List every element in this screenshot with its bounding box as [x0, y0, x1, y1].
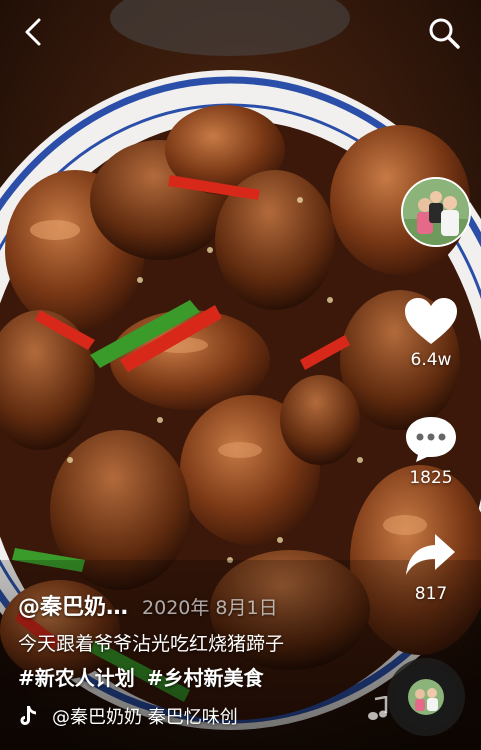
chevron-left-icon: [25, 18, 41, 46]
comment-bubble-icon: [406, 417, 456, 462]
music-disc[interactable]: [393, 664, 459, 730]
author-avatar[interactable]: [401, 177, 471, 247]
hashtag-link[interactable]: #乡村新美食: [147, 666, 264, 690]
back-button[interactable]: [18, 16, 50, 48]
music-note-icon: [368, 696, 388, 720]
avatar-image: [403, 179, 469, 245]
hashtag-link[interactable]: #新农人计划: [18, 666, 135, 690]
author-line: @秦巴奶… 2020年 8月1日: [18, 589, 398, 621]
music-disc-icon: [393, 664, 459, 730]
like-count: 6.4w: [410, 350, 452, 370]
post-description: 今天跟着爷爷沾光吃红烧猪蹄子: [18, 633, 285, 655]
author-name[interactable]: @秦巴奶…: [18, 595, 128, 620]
hashtags: #新农人计划 #乡村新美食: [18, 662, 398, 691]
post-info: @秦巴奶… 2020年 8月1日 今天跟着爷爷沾光吃红烧猪蹄子 #新农人计划 #乡村…: [18, 589, 398, 691]
heart-icon: [405, 298, 457, 344]
comment-count: 1825: [409, 468, 453, 488]
share-arrow-icon: [406, 534, 455, 575]
comment-button[interactable]: 1825: [381, 414, 481, 488]
post-date: 2020年 8月1日: [142, 597, 278, 619]
music-title: @秦巴奶奶 秦巴忆味创: [52, 707, 238, 728]
like-button[interactable]: 6.4w: [381, 296, 481, 370]
tiktok-logo-icon: [20, 706, 36, 725]
music-bar[interactable]: @秦巴奶奶 秦巴忆味创: [18, 703, 358, 729]
